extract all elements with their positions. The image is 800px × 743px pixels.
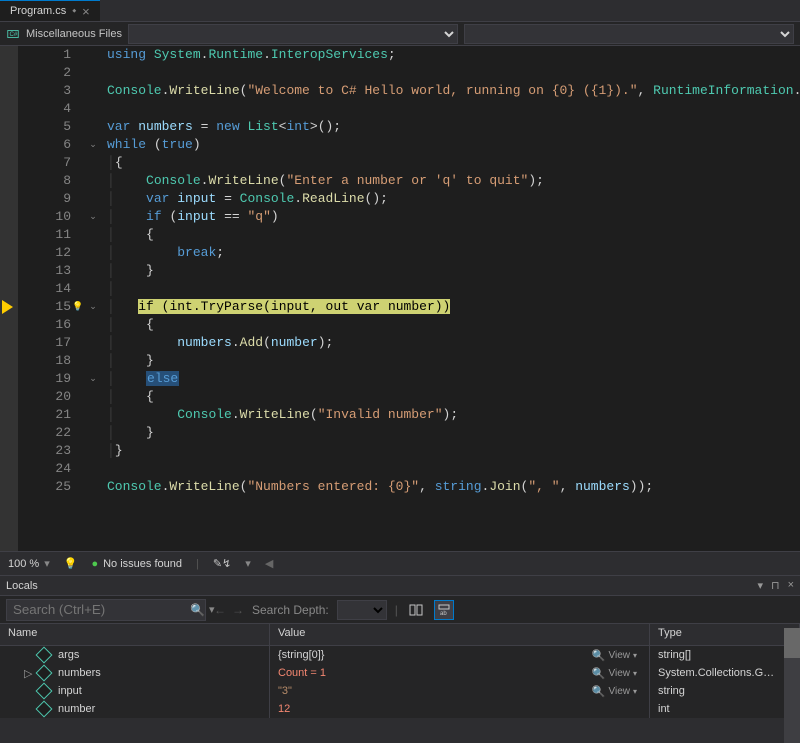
var-name: args <box>58 649 79 661</box>
lightbulb-icon[interactable]: 💡 <box>72 302 83 312</box>
locals-toolbar: 🔍 ▾ ← → Search Depth: | ab <box>0 596 800 624</box>
pin-panel-icon[interactable]: ⊓ <box>771 579 780 592</box>
var-name: number <box>58 703 95 715</box>
zoom-level[interactable]: 100 % ▾ <box>8 557 50 570</box>
search-depth-select[interactable] <box>337 600 387 620</box>
toggle-2-icon[interactable]: ab <box>434 600 454 620</box>
table-row[interactable]: input"3"🔍 View ▾string <box>0 682 800 700</box>
context-dropdown-1[interactable] <box>128 24 458 44</box>
fold-icon[interactable]: ⌄ <box>89 302 97 312</box>
context-bar: C# Miscellaneous Files <box>0 22 800 46</box>
code-editor[interactable]: 1234567891011121314151617181920212223242… <box>0 46 800 551</box>
issues-status[interactable]: ● No issues found <box>91 558 182 570</box>
pin-icon[interactable]: ▪ <box>69 5 80 16</box>
locals-table-header: Name Value Type <box>0 624 800 646</box>
dropdown-icon[interactable]: ▾ <box>757 579 763 592</box>
variable-icon <box>36 647 53 664</box>
variable-icon <box>36 701 53 718</box>
context-scope: Miscellaneous Files <box>26 28 122 40</box>
nav-back-icon[interactable]: ← <box>214 603 226 617</box>
wand-icon[interactable]: ✎↯ <box>213 557 231 570</box>
lens-icon[interactable]: 🔍 <box>592 667 606 680</box>
close-panel-icon[interactable]: × <box>788 579 794 592</box>
table-row[interactable]: number 12 int <box>0 700 800 718</box>
variable-icon <box>36 683 53 700</box>
var-type: string[] <box>650 646 800 664</box>
tab-bar: Program.cs ▪ × <box>0 0 800 22</box>
nav-left-icon[interactable]: ◀ <box>265 557 273 570</box>
fold-margin[interactable]: ⌄⌄⌄💡⌄ <box>83 46 103 551</box>
var-type: int <box>650 700 800 718</box>
locals-scrollbar[interactable] <box>784 628 800 743</box>
table-row[interactable]: ▷numbersCount = 1🔍 View ▾System.Collecti… <box>0 664 800 682</box>
nav-fwd-icon[interactable]: → <box>232 603 244 617</box>
var-type: string <box>650 682 800 700</box>
var-value: "3" <box>278 685 292 697</box>
table-row[interactable]: args{string[0]}🔍 View ▾string[] <box>0 646 800 664</box>
breakpoint-margin[interactable] <box>0 46 18 551</box>
variable-icon <box>36 665 53 682</box>
locals-table-body: args{string[0]}🔍 View ▾string[]▷numbersC… <box>0 646 800 718</box>
fold-icon[interactable]: ⌄ <box>89 374 97 384</box>
editor-status-bar: 100 % ▾ 💡 ● No issues found | ✎↯ ▾ ◀ <box>0 551 800 575</box>
tab-program-cs[interactable]: Program.cs ▪ × <box>0 0 100 21</box>
close-icon[interactable]: × <box>82 4 90 19</box>
check-icon: ● <box>91 558 98 570</box>
fold-icon[interactable]: ⌄ <box>89 212 97 222</box>
context-dropdown-2[interactable] <box>464 24 794 44</box>
svg-text:ab: ab <box>440 611 447 617</box>
var-value: Count = 1 <box>278 667 326 679</box>
csharp-icon: C# <box>6 27 20 41</box>
var-value: {string[0]} <box>278 649 324 661</box>
col-type[interactable]: Type <box>650 624 800 645</box>
fold-icon[interactable]: ⌄ <box>89 140 97 150</box>
line-gutter: 1234567891011121314151617181920212223242… <box>18 46 83 551</box>
lightbulb-status-icon[interactable]: 💡 <box>64 557 78 570</box>
var-value: 12 <box>278 703 290 715</box>
var-name: numbers <box>58 667 101 679</box>
locals-panel: Locals ▾ ⊓ × 🔍 ▾ ← → Search Depth: | ab … <box>0 575 800 718</box>
locals-search[interactable]: 🔍 ▾ <box>6 599 206 621</box>
col-value[interactable]: Value <box>270 624 650 645</box>
search-icon[interactable]: 🔍 <box>190 603 205 617</box>
svg-text:C#: C# <box>10 30 18 37</box>
lens-icon[interactable]: 🔍 <box>592 649 606 662</box>
lens-icon[interactable]: 🔍 <box>592 685 606 698</box>
var-type: System.Collections.G… <box>650 664 800 682</box>
expander-icon[interactable]: ▷ <box>24 667 34 680</box>
tab-title: Program.cs <box>10 5 66 17</box>
locals-header: Locals ▾ ⊓ × <box>0 576 800 596</box>
var-name: input <box>58 685 82 697</box>
search-depth-label: Search Depth: <box>252 603 329 617</box>
search-input[interactable] <box>13 602 190 617</box>
col-name[interactable]: Name <box>0 624 270 645</box>
current-line-arrow-icon <box>2 300 13 314</box>
toggle-1-icon[interactable] <box>406 600 426 620</box>
locals-title: Locals <box>6 580 38 592</box>
code-area[interactable]: using System.Runtime.InteropServices;Con… <box>103 46 800 551</box>
